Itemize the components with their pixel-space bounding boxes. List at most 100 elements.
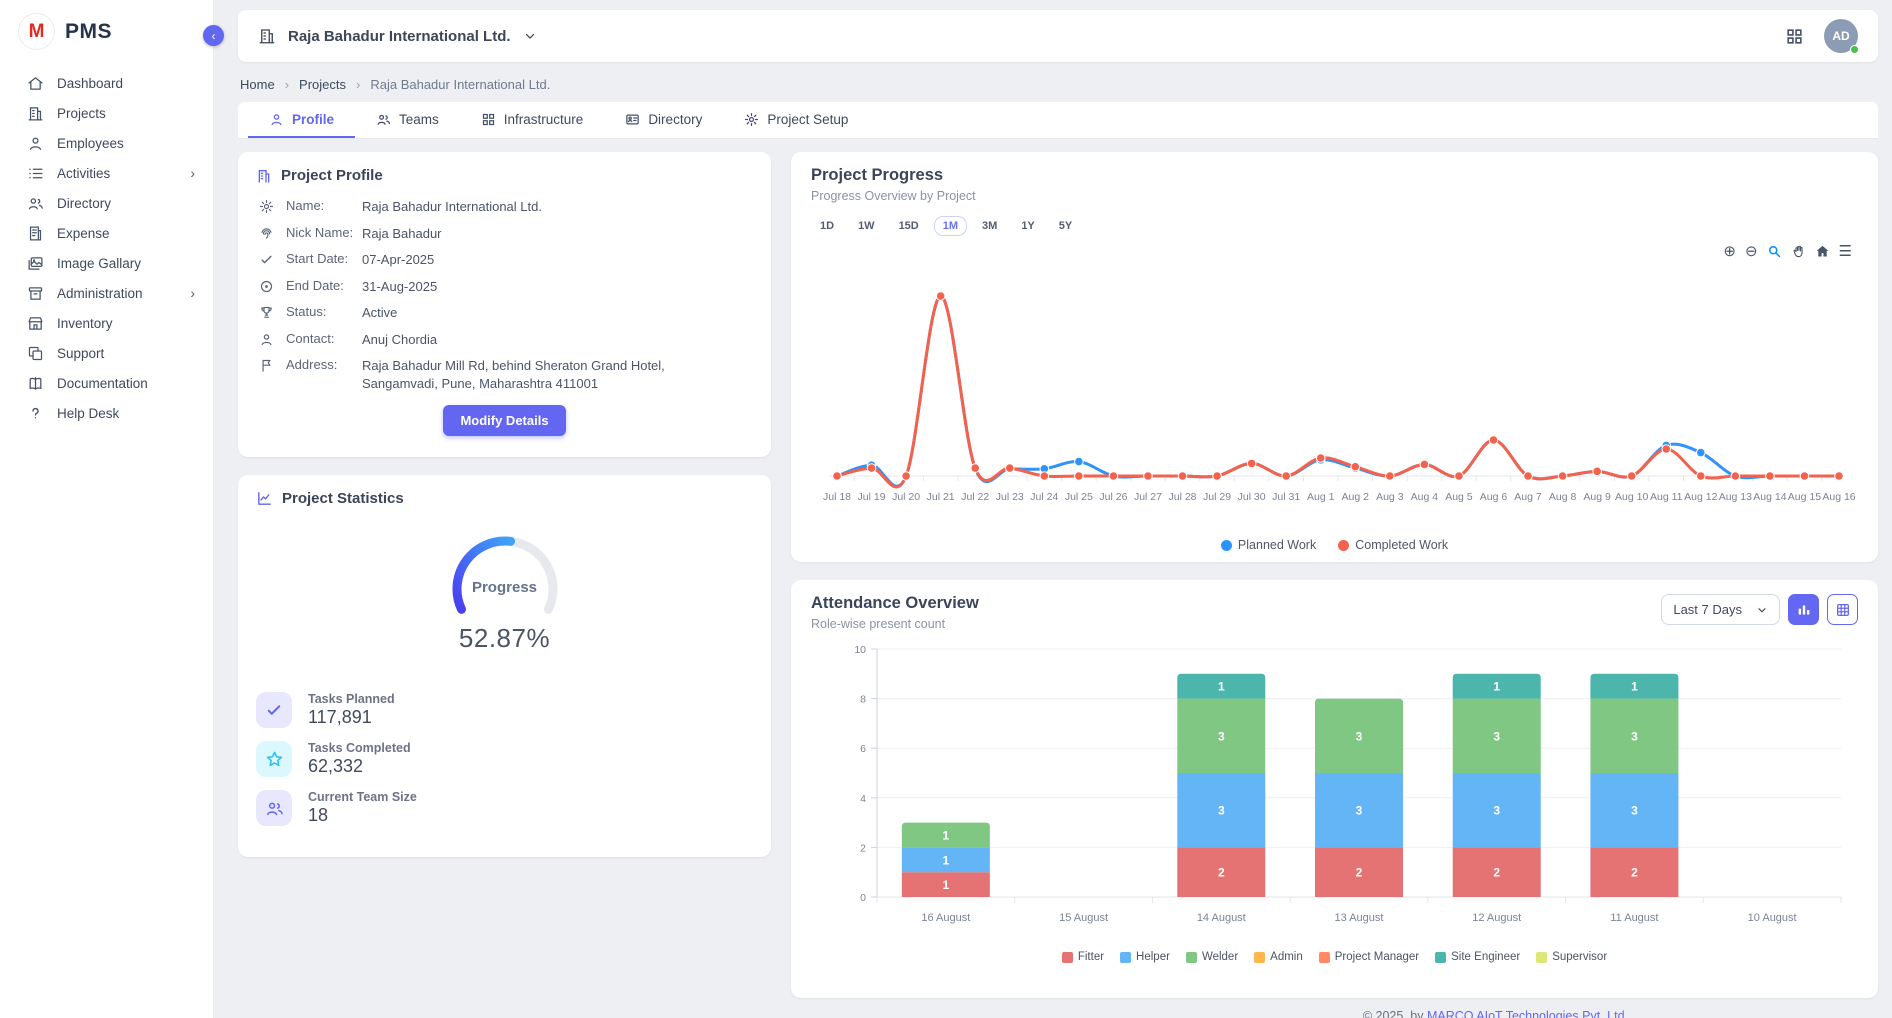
flag-icon bbox=[259, 358, 274, 373]
home-reset-icon[interactable] bbox=[1815, 244, 1830, 259]
legend-marker bbox=[1221, 540, 1232, 551]
sidebar-item-help-desk[interactable]: Help Desk bbox=[0, 398, 213, 428]
svg-text:1: 1 bbox=[1631, 680, 1638, 694]
project-selector[interactable]: Raja Bahadur International Ltd. bbox=[258, 27, 537, 45]
sidebar-item-administration[interactable]: Administration› bbox=[0, 278, 213, 308]
sidebar-item-documentation[interactable]: Documentation bbox=[0, 368, 213, 398]
tab-teams[interactable]: Teams bbox=[355, 102, 460, 138]
table-view-button[interactable] bbox=[1827, 594, 1858, 625]
project-progress-chart[interactable]: Jul 18Jul 19Jul 20Jul 21Jul 22Jul 23Jul … bbox=[811, 264, 1857, 532]
svg-text:Aug 3: Aug 3 bbox=[1376, 491, 1404, 503]
svg-text:Aug 5: Aug 5 bbox=[1445, 491, 1473, 503]
progress-gauge: Progress bbox=[439, 529, 571, 621]
sidebar-menu: Dashboard Projects Employees Activities›… bbox=[0, 58, 213, 428]
legend-item[interactable]: Project Manager bbox=[1319, 951, 1419, 963]
breadcrumb-home[interactable]: Home bbox=[240, 77, 275, 92]
range-1d-button[interactable]: 1D bbox=[811, 216, 843, 236]
sidebar-item-directory[interactable]: Directory bbox=[0, 188, 213, 218]
profile-card-title: Project Profile bbox=[281, 167, 383, 184]
sidebar-item-inventory[interactable]: Inventory bbox=[0, 308, 213, 338]
range-1y-button[interactable]: 1Y bbox=[1012, 216, 1043, 236]
sidebar-item-expense[interactable]: Expense bbox=[0, 218, 213, 248]
chevron-down-icon bbox=[523, 29, 537, 43]
fingerprint-icon bbox=[259, 226, 274, 241]
book-icon bbox=[27, 375, 44, 392]
sidebar-item-activities[interactable]: Activities› bbox=[0, 158, 213, 188]
svg-text:1: 1 bbox=[1493, 680, 1500, 694]
tab-project-setup[interactable]: Project Setup bbox=[723, 102, 869, 138]
range-1m-button[interactable]: 1M bbox=[934, 216, 967, 236]
legend-item[interactable]: Supervisor bbox=[1536, 951, 1607, 963]
footer: © 2025, by MARCO AIoT Technologies Pvt. … bbox=[238, 998, 1878, 1018]
tab-infrastructure[interactable]: Infrastructure bbox=[460, 102, 605, 138]
check-icon bbox=[259, 252, 274, 267]
trophy-icon bbox=[259, 305, 274, 320]
svg-text:Aug 15: Aug 15 bbox=[1788, 491, 1821, 503]
menu-icon[interactable]: ☰ bbox=[1839, 244, 1852, 259]
svg-text:Aug 14: Aug 14 bbox=[1753, 491, 1786, 503]
app-logo[interactable]: M PMS bbox=[0, 0, 213, 58]
sidebar-item-projects[interactable]: Projects bbox=[0, 98, 213, 128]
stat-list: Tasks Planned 117,891 Tasks Completed 62… bbox=[256, 692, 753, 826]
svg-text:Jul 26: Jul 26 bbox=[1099, 491, 1127, 503]
legend-item[interactable]: Completed Work bbox=[1338, 538, 1448, 552]
sidebar-item-dashboard[interactable]: Dashboard bbox=[0, 68, 213, 98]
receipt-icon bbox=[27, 225, 44, 242]
legend-item[interactable]: Site Engineer bbox=[1435, 951, 1520, 963]
legend-item[interactable]: Welder bbox=[1186, 951, 1238, 963]
legend-item[interactable]: Planned Work bbox=[1221, 538, 1316, 552]
grid-icon bbox=[481, 112, 496, 127]
company-link[interactable]: MARCO AIoT Technologies Pvt. Ltd. bbox=[1427, 1009, 1628, 1018]
gear-icon bbox=[259, 199, 274, 214]
project-profile-card: Project Profile Name: Raja Bahadur Inter… bbox=[238, 152, 771, 457]
legend-item[interactable]: Fitter bbox=[1062, 951, 1104, 963]
date-range-select[interactable]: Last 7 Days bbox=[1661, 594, 1780, 625]
main-content: ‹ Raja Bahadur International Ltd. AD Hom… bbox=[214, 0, 1892, 1018]
sidebar-collapse-button[interactable]: ‹ bbox=[203, 25, 224, 46]
gauge-arc bbox=[439, 529, 571, 621]
svg-text:Aug 7: Aug 7 bbox=[1514, 491, 1542, 503]
svg-text:3: 3 bbox=[1218, 729, 1225, 743]
progress-card-title: Project Progress bbox=[811, 166, 1858, 185]
svg-text:3: 3 bbox=[1493, 729, 1500, 743]
legend-item[interactable]: Helper bbox=[1120, 951, 1170, 963]
apps-grid-icon[interactable] bbox=[1785, 27, 1804, 46]
team-icon bbox=[265, 799, 284, 818]
range-3m-button[interactable]: 3M bbox=[973, 216, 1006, 236]
svg-text:Aug 1: Aug 1 bbox=[1307, 491, 1335, 503]
building-icon bbox=[256, 168, 272, 184]
range-1w-button[interactable]: 1W bbox=[849, 216, 884, 236]
sidebar-item-employees[interactable]: Employees bbox=[0, 128, 213, 158]
svg-text:3: 3 bbox=[1218, 804, 1225, 818]
modify-details-button[interactable]: Modify Details bbox=[443, 405, 565, 436]
svg-text:15 August: 15 August bbox=[1059, 912, 1108, 924]
svg-text:Jul 25: Jul 25 bbox=[1065, 491, 1093, 503]
legend-item[interactable]: Admin bbox=[1254, 951, 1303, 963]
question-icon bbox=[27, 405, 44, 422]
breadcrumb-projects[interactable]: Projects bbox=[299, 77, 346, 92]
bar-chart-view-button[interactable] bbox=[1788, 594, 1819, 625]
svg-text:Jul 20: Jul 20 bbox=[892, 491, 920, 503]
pms-logo-icon: M bbox=[18, 13, 55, 50]
sidebar-item-support[interactable]: Support bbox=[0, 338, 213, 368]
range-5y-button[interactable]: 5Y bbox=[1050, 216, 1081, 236]
zoom-in-icon[interactable]: ⊕ bbox=[1723, 244, 1736, 259]
zoom-out-icon[interactable]: ⊖ bbox=[1745, 244, 1758, 259]
stat-tasks-planned: Tasks Planned 117,891 bbox=[256, 692, 753, 728]
tab-profile[interactable]: Profile bbox=[248, 102, 355, 138]
range-15d-button[interactable]: 15D bbox=[890, 216, 928, 236]
stat-team-size: Current Team Size 18 bbox=[256, 790, 753, 826]
selection-zoom-icon[interactable] bbox=[1767, 244, 1782, 259]
tab-directory[interactable]: Directory bbox=[604, 102, 723, 138]
attendance-chart[interactable]: 024681011116 August15 August233114 Augus… bbox=[811, 645, 1857, 947]
pan-hand-icon[interactable] bbox=[1791, 244, 1806, 259]
sidebar-item-image-gallery[interactable]: Image Gallary bbox=[0, 248, 213, 278]
legend-marker bbox=[1536, 952, 1547, 963]
line-chart-legend: Planned Work Completed Work bbox=[811, 538, 1858, 552]
copy-icon bbox=[27, 345, 44, 362]
user-avatar[interactable]: AD bbox=[1824, 19, 1858, 53]
person-icon bbox=[259, 332, 274, 347]
svg-text:Jul 31: Jul 31 bbox=[1272, 491, 1300, 503]
project-progress-card: Project Progress Progress Overview by Pr… bbox=[791, 152, 1878, 562]
chart-toolbar: ⊕ ⊖ ☰ bbox=[1723, 244, 1852, 259]
